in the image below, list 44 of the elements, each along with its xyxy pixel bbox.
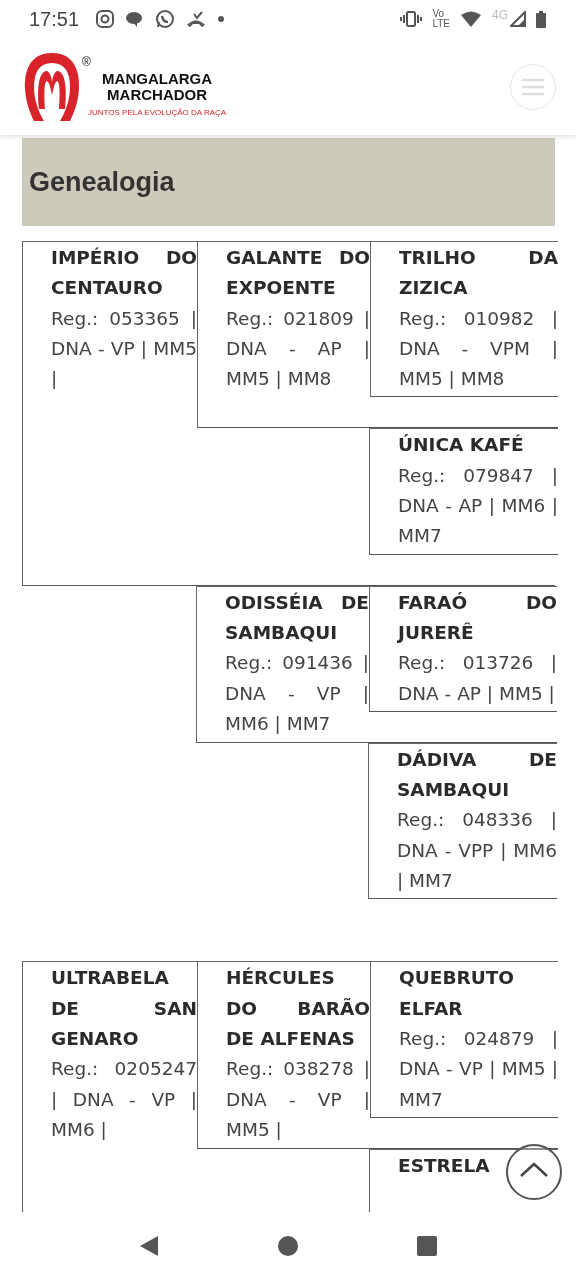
horse-name: ULTRABELA DE SAN GENARO (51, 966, 197, 1051)
horseshoe-logo-icon (22, 50, 82, 123)
dot-icon (217, 15, 226, 23)
volte-label: Vo (432, 9, 446, 19)
phone-bubble-icon (155, 9, 176, 29)
horse-name: TRILHO DA ZIZICA (399, 246, 558, 301)
section-title: Genealogia (29, 166, 175, 198)
horse-name: IMPÉRIO DO CENTAURO (51, 246, 197, 301)
menu-icon (521, 77, 545, 96)
wifi-icon (460, 11, 482, 27)
battery-icon (536, 10, 546, 28)
home-icon[interactable] (278, 1236, 298, 1256)
registered-mark: ® (82, 54, 91, 69)
horse-name: ODISSÉIA DE SAMBAQUI (225, 590, 369, 645)
network-label: 4G (492, 8, 508, 22)
brand-name: MANGALARGA (102, 70, 213, 87)
brand-name: MARCHADOR (107, 86, 208, 103)
horse-registry: Reg.: 091436 | DNA - VP | MM6 | MM7 (225, 651, 369, 736)
signal-icon (510, 11, 526, 27)
back-icon[interactable] (139, 1235, 160, 1257)
horse-registry: Reg.: 048336 | DNA - VPP | MM6 | MM7 (397, 808, 557, 894)
horse-name: DÁDIVA DE SAMBAQUI (397, 747, 557, 803)
horse-registry: Reg.: 0205247 | DNA - VP | MM6 | (51, 1057, 197, 1142)
horse-registry: Reg.: 013726 | DNA - AP | MM5 | (398, 651, 557, 706)
chevron-up-icon (519, 1161, 549, 1177)
horse-name: FARAÓ DO JURERÊ (398, 590, 557, 645)
horse-name: GALANTE DO EXPOENTE (226, 246, 370, 301)
horse-registry: Reg.: 079847 | DNA - AP | MM6 | MM7 (398, 463, 558, 549)
scroll-top-button[interactable] (506, 1144, 562, 1200)
vibrate-icon (400, 11, 423, 27)
horse-registry: Reg.: 038278 | DNA - VP | MM5 | (226, 1057, 370, 1142)
horse-name: HÉRCULES DO BARÃO DE ALFENAS (226, 966, 370, 1051)
clock-time: 17:51 (29, 7, 80, 31)
horse-registry: Reg.: 021809 | DNA - AP | MM5 | MM8 (226, 306, 370, 392)
horse-name: ESTRELA (398, 1153, 490, 1178)
horse-name: QUEBRUTO ELFAR (399, 966, 516, 1021)
horse-registry: Reg.: 024879 | DNA - VP | MM5 | MM7 (399, 1026, 558, 1112)
camera-app-icon (95, 9, 116, 29)
horse-registry: Reg.: 010982 | DNA - VPM | MM5 | MM8 (399, 306, 558, 392)
tagline: JUNTOS PELA EVOLUÇÃO DA RAÇA (88, 107, 227, 117)
recents-icon[interactable] (416, 1236, 437, 1256)
lte-label: LTE (432, 19, 450, 29)
horse-name: ÚNICA KAFÉ (398, 433, 525, 458)
horse-registry: Reg.: 053365 | DNA - VP | MM5 | (51, 306, 197, 392)
